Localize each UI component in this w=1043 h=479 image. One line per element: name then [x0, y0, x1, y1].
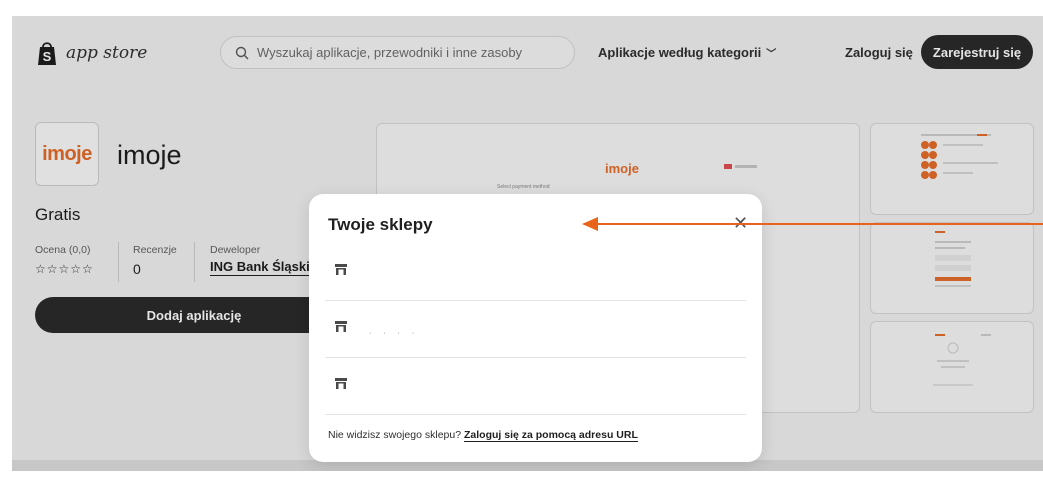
login-with-url-link[interactable]: Zaloguj się za pomocą adresu URL: [463, 429, 638, 442]
shop-name: · · · ·: [369, 330, 420, 337]
shop-list-item[interactable]: [325, 245, 746, 301]
annotation-arrow-icon: [582, 217, 1043, 231]
footer-text: Nie widzisz swojego sklepu?: [328, 429, 462, 441]
store-icon: [335, 321, 347, 332]
shop-list-item[interactable]: · · · ·: [325, 302, 746, 358]
modal-footer: Nie widzisz swojego sklepu? Zaloguj się …: [328, 429, 638, 442]
store-icon: [335, 378, 347, 389]
modal-title: Twoje sklepy: [328, 215, 433, 234]
your-shops-modal: Twoje sklepy ✕ · · · ·: [309, 194, 762, 462]
app-store-page: S app store Aplikacje według kategorii ﹀…: [12, 16, 1043, 471]
store-icon: [335, 264, 347, 275]
shop-list-item[interactable]: [325, 359, 746, 415]
